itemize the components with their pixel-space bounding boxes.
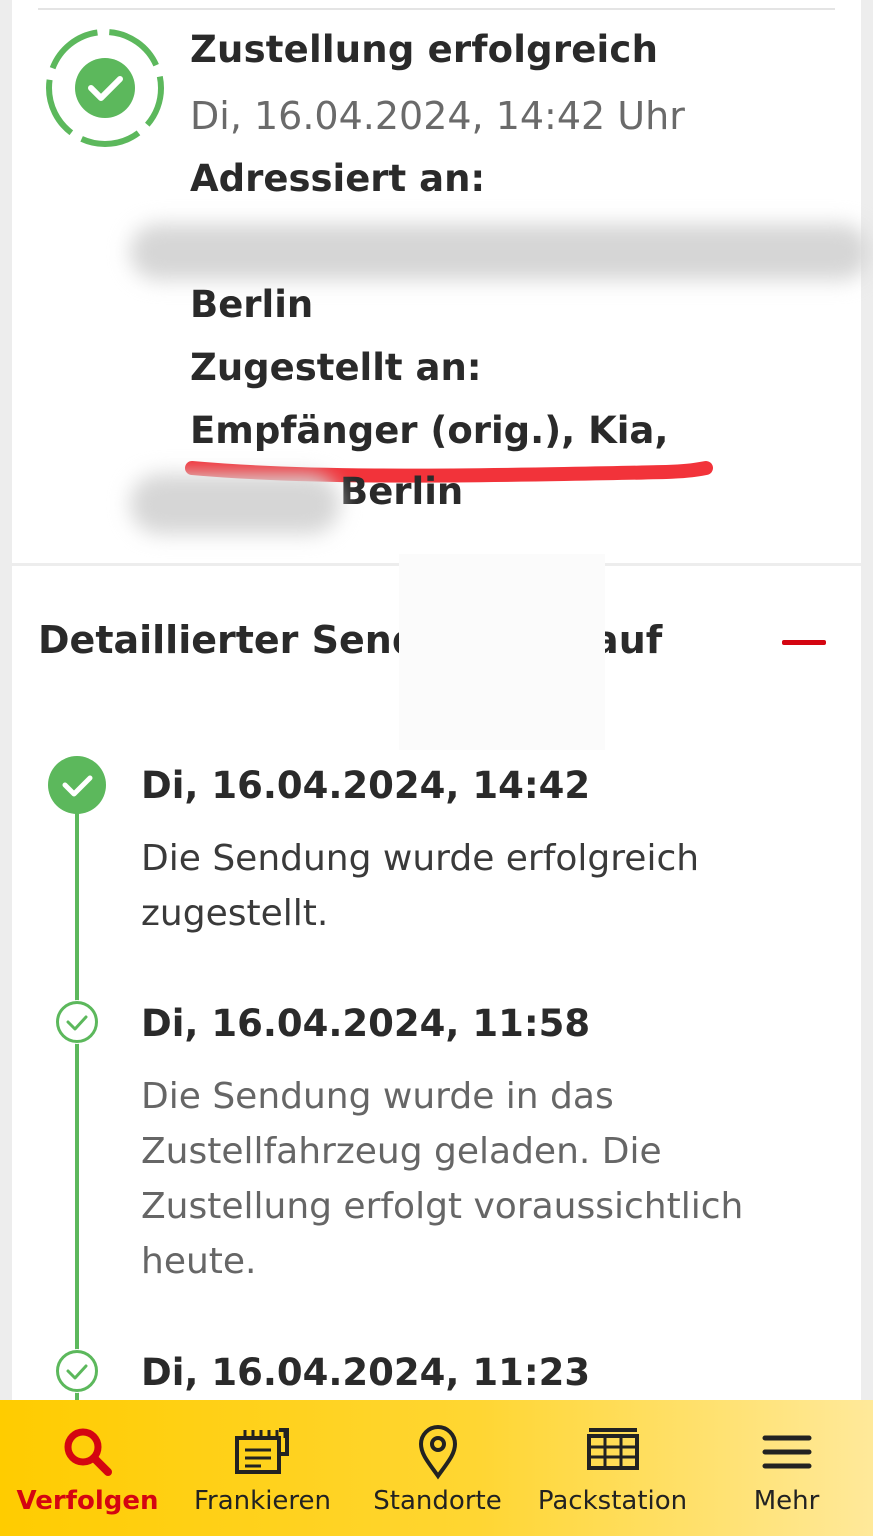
menu-icon (762, 1435, 811, 1469)
event-text: Die Sendung wurde erfolgreich zugestellt… (141, 838, 700, 934)
tracking-detail-card: Detaillierter Send auf Di, 16.04.2024, 14… (12, 554, 861, 1402)
nav-item-frankieren[interactable]: Frankieren (175, 1400, 350, 1536)
timeline-check-outline-icon (55, 1349, 99, 1393)
nav-item-verfolgen[interactable]: Verfolgen (0, 1400, 175, 1536)
detail-title-start: Detaillierter Send (38, 618, 420, 662)
nav-label: Mehr (753, 1486, 820, 1516)
timeline-line (75, 802, 79, 1402)
nav-label: Packstation (537, 1486, 688, 1516)
timeline-check-outline-icon (55, 1000, 99, 1044)
delivered-label: Zugestellt an: (190, 346, 482, 389)
delivered-recipient: Empfänger (orig.), Kia, (190, 409, 669, 452)
divider (38, 8, 835, 10)
search-icon (64, 1428, 112, 1476)
nav-label: Frankieren (193, 1486, 332, 1516)
packstation-icon (586, 1428, 639, 1470)
event-date: Di, 16.04.2024, 14:42 (141, 764, 591, 807)
event-date: Di, 16.04.2024, 11:58 (141, 1002, 591, 1045)
status-title: Zustellung erfolgreich (190, 28, 659, 71)
location-pin-icon (418, 1425, 457, 1480)
bottom-navigation: Verfolgen Frankieren Standorte Packstati… (0, 1400, 873, 1536)
delivered-city: Berlin (340, 470, 464, 512)
addressed-label: Adressiert an: (190, 157, 486, 200)
nav-label: Standorte (373, 1486, 502, 1516)
nav-label: Verfolgen (16, 1486, 159, 1516)
redaction-patch (399, 554, 605, 750)
collapse-minus-button[interactable] (782, 640, 826, 645)
delivered-check-icon (46, 29, 164, 147)
event-date: Di, 16.04.2024, 11:23 (141, 1351, 591, 1394)
nav-item-mehr[interactable]: Mehr (700, 1400, 873, 1536)
stamp-icon (234, 1428, 289, 1474)
redacted-address (130, 224, 870, 280)
redacted-street (130, 474, 340, 534)
delivery-status-card: Zustellung erfolgreich Di, 16.04.2024, 1… (12, 0, 870, 563)
status-date: Di, 16.04.2024, 14:42 Uhr (190, 94, 685, 138)
nav-item-standorte[interactable]: Standorte (350, 1400, 525, 1536)
event-text: Die Sendung wurde in das Zustellfahrzeug… (141, 1076, 744, 1282)
timeline-check-filled-icon (48, 756, 106, 814)
addressed-city: Berlin (190, 283, 314, 326)
nav-item-packstation[interactable]: Packstation (525, 1400, 700, 1536)
